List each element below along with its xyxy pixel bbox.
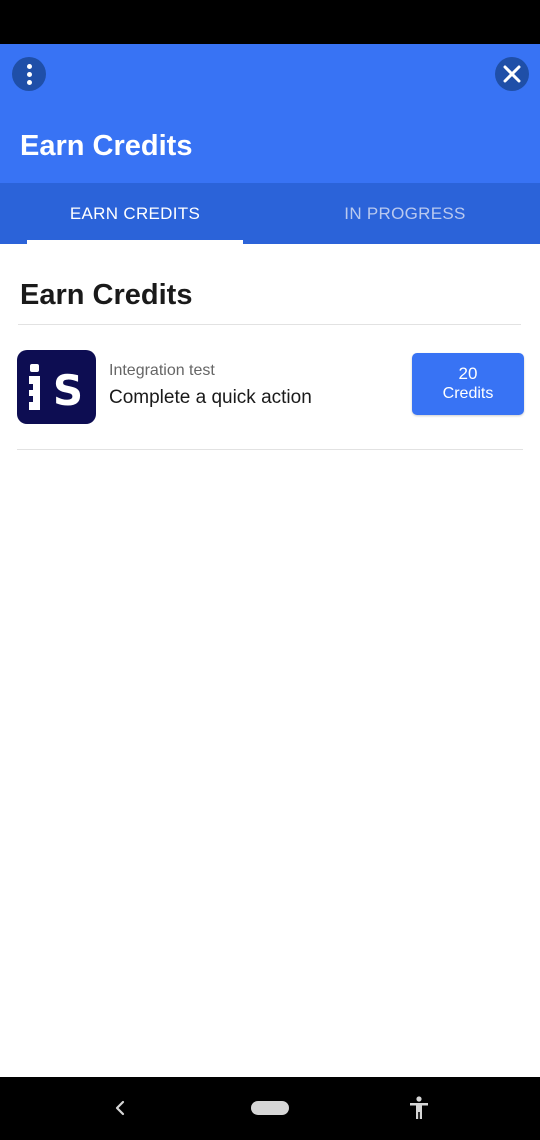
home-pill-icon[interactable]	[251, 1101, 289, 1115]
credits-amount: 20	[458, 364, 478, 383]
tab-in-progress[interactable]: IN PROGRESS	[270, 183, 540, 244]
offer-description: Complete a quick action	[109, 387, 312, 408]
page-title: Earn Credits	[20, 130, 193, 162]
offer-item[interactable]: S Integration test Complete a quick acti…	[0, 344, 540, 428]
back-chevron-icon[interactable]	[108, 1096, 132, 1120]
offer-name: Integration test	[109, 362, 215, 379]
credits-unit: Credits	[442, 385, 494, 402]
section-title: Earn Credits	[20, 279, 193, 311]
system-nav-bar	[0, 1077, 540, 1140]
earn-credits-button[interactable]: 20 Credits	[412, 353, 524, 415]
app-header: Earn Credits	[0, 44, 540, 183]
close-icon[interactable]	[495, 57, 529, 91]
svg-text:S: S	[53, 366, 83, 415]
more-vertical-icon[interactable]	[12, 57, 46, 91]
accessibility-icon[interactable]	[406, 1095, 432, 1121]
tab-bar: EARN CREDITS IN PROGRESS	[0, 183, 540, 244]
integration-test-logo-icon: S	[17, 350, 96, 424]
status-bar	[0, 0, 540, 44]
divider	[18, 324, 521, 325]
offer-list: Earn Credits S Integration test Complete…	[0, 244, 540, 1077]
divider	[17, 449, 523, 450]
tab-earn-credits[interactable]: EARN CREDITS	[0, 183, 270, 244]
